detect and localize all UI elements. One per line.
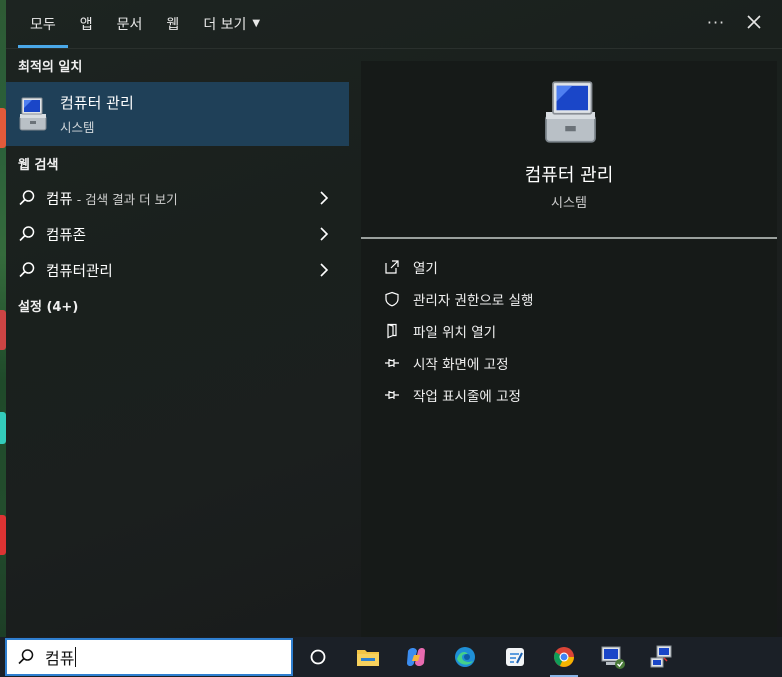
tab-more[interactable]: 더 보기 ▼ <box>191 0 272 48</box>
web-result-label: 컴퓨존 <box>46 227 87 244</box>
search-icon <box>19 226 35 242</box>
task-view-icon <box>310 649 326 665</box>
action-list: 열기 관리자 권한으로 실행 파일 위치 열기 시작 화면에 고정 작업 표시줄… <box>383 251 533 411</box>
tab-label: 앱 <box>79 17 93 33</box>
caret-down-icon: ▼ <box>252 17 261 29</box>
edge-button[interactable] <box>449 641 481 673</box>
run-as-admin-action[interactable]: 관리자 권한으로 실행 <box>383 283 533 315</box>
copilot-icon <box>407 648 425 666</box>
detail-divider <box>361 237 777 239</box>
copilot-button[interactable] <box>400 641 432 673</box>
web-result-item[interactable]: 컴퓨터관리 <box>6 252 349 288</box>
chevron-right-icon[interactable] <box>317 190 331 206</box>
computer-management-icon <box>545 81 596 143</box>
best-match-subtitle: 시스템 <box>60 120 95 135</box>
shield-icon <box>385 291 399 307</box>
computer-management-icon <box>19 97 47 131</box>
start-search-panel: 모두 앱 문서 웹 더 보기 ▼ ··· 최적의 일치 컴퓨터 관리 시스템 웹 … <box>6 0 782 637</box>
tab-label: 더 보기 <box>203 17 247 33</box>
close-icon <box>747 15 761 29</box>
tab-web[interactable]: 웹 <box>154 0 191 48</box>
tab-label: 문서 <box>116 17 143 33</box>
tab-all[interactable]: 모두 <box>18 0 68 48</box>
best-match-item[interactable]: 컴퓨터 관리 시스템 <box>6 82 349 146</box>
text-cursor <box>75 647 77 667</box>
task-view-button[interactable] <box>302 641 334 673</box>
more-options-button[interactable]: ··· <box>702 10 730 34</box>
detail-title: 컴퓨터 관리 <box>524 165 614 186</box>
pin-to-taskbar-action[interactable]: 작업 표시줄에 고정 <box>383 379 533 411</box>
network-icon <box>650 645 672 668</box>
notepad-button[interactable] <box>499 641 531 673</box>
web-result-suffix: - 검색 결과 더 보기 <box>76 191 178 207</box>
web-result-label: 컴퓨 <box>46 191 73 208</box>
action-label: 시작 화면에 고정 <box>413 357 509 373</box>
action-label: 작업 표시줄에 고정 <box>413 389 521 405</box>
pin-icon <box>385 391 399 399</box>
best-match-title: 컴퓨터 관리 <box>60 94 134 112</box>
file-location-icon <box>387 323 397 339</box>
action-label: 파일 위치 열기 <box>413 325 497 341</box>
search-icon <box>18 649 34 665</box>
search-query: 컴퓨 <box>45 649 75 668</box>
chrome-button[interactable] <box>548 641 580 677</box>
best-match-heading: 최적의 일치 <box>18 59 83 75</box>
notepad-icon <box>506 648 524 666</box>
tab-label: 모두 <box>30 17 56 33</box>
settings-heading[interactable]: 설정 (4+) <box>6 288 349 322</box>
web-result-item[interactable]: 컴퓨존 <box>6 216 349 252</box>
search-filter-tabs: 모두 앱 문서 웹 더 보기 ▼ <box>18 0 272 48</box>
pin-to-start-action[interactable]: 시작 화면에 고정 <box>383 347 533 379</box>
chevron-right-icon[interactable] <box>317 226 331 242</box>
computer-management-icon <box>601 646 625 669</box>
open-icon <box>385 260 399 274</box>
edge-icon <box>455 647 475 667</box>
action-label: 관리자 권한으로 실행 <box>413 293 534 309</box>
chevron-right-icon[interactable] <box>317 262 331 278</box>
chrome-icon <box>554 647 574 667</box>
action-label: 열기 <box>413 261 438 277</box>
tab-label: 웹 <box>166 17 180 33</box>
close-button[interactable] <box>740 10 768 34</box>
file-explorer-icon <box>357 650 379 666</box>
open-file-location-action[interactable]: 파일 위치 열기 <box>383 315 533 347</box>
results-list: 최적의 일치 컴퓨터 관리 시스템 웹 검색 컴퓨 - 검색 결과 더 보기 컴… <box>6 48 349 322</box>
tab-documents[interactable]: 문서 <box>105 0 155 48</box>
pin-icon <box>385 359 399 367</box>
web-search-heading: 웹 검색 <box>18 157 59 173</box>
search-icon <box>19 262 35 278</box>
web-result-item[interactable]: 컴퓨 - 검색 결과 더 보기 <box>6 180 349 216</box>
file-explorer-button[interactable] <box>352 641 384 673</box>
taskbar-search-input[interactable]: 컴퓨 <box>5 638 293 676</box>
web-result-label: 컴퓨터관리 <box>46 263 113 280</box>
open-action[interactable]: 열기 <box>383 251 533 283</box>
tab-apps[interactable]: 앱 <box>68 0 105 48</box>
taskbar: 컴퓨 <box>0 637 782 677</box>
computer-management-taskbar-button[interactable] <box>597 641 629 673</box>
search-icon <box>19 190 35 206</box>
detail-pane: 컴퓨터 관리 시스템 열기 관리자 권한으로 실행 파일 위치 열기 시작 화면… <box>361 61 777 637</box>
network-button[interactable] <box>646 641 678 673</box>
detail-subtitle: 시스템 <box>551 196 587 211</box>
